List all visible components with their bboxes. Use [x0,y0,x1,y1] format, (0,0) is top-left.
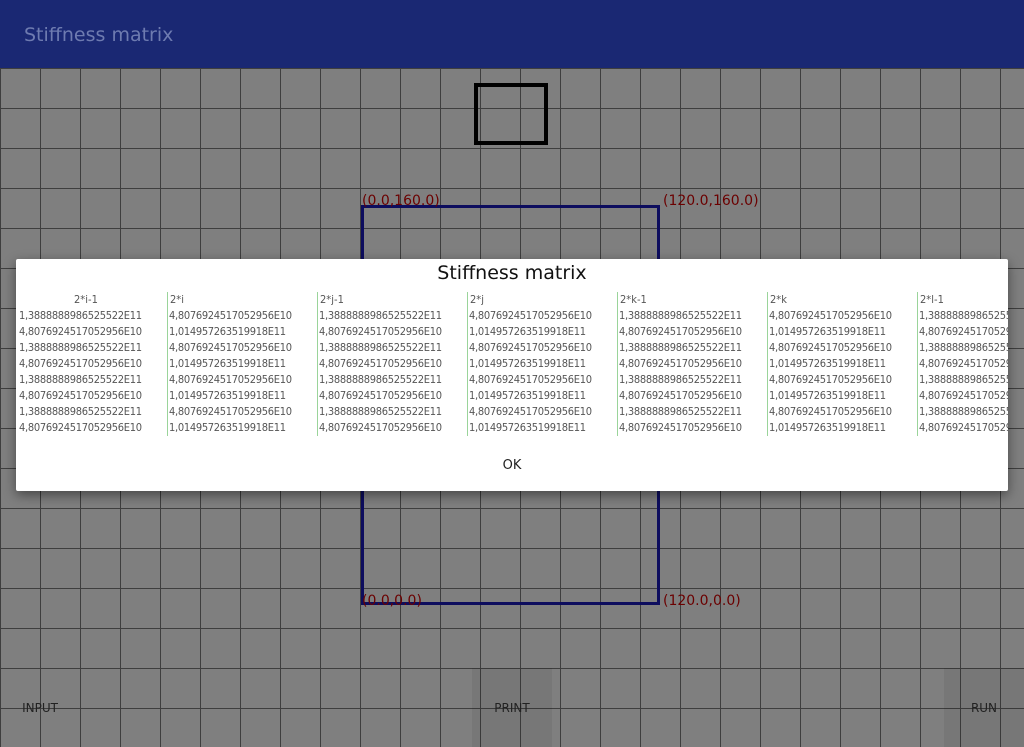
matrix-column: 2*i 4,8076924517052956E10 1,01495726351991… [168,292,318,436]
matrix-column-header: 2*k [770,293,787,306]
matrix-cell: 4,8076924517052956E10 [769,309,892,322]
matrix-cell: 1,3888888986525522E11 [19,341,142,354]
matrix-cell: 4,8076924517052956E10 [919,389,1008,402]
matrix-cell: 1,3888888986525522E11 [919,341,1008,354]
matrix-cell: 4,8076924517052956E10 [169,373,292,386]
coord-label-bottom-left: (0.0,0.0) [362,593,422,609]
matrix-cell: 1,014957263519918E11 [769,389,886,402]
matrix-cell: 4,8076924517052956E10 [619,357,742,370]
dialog-title: Stiffness matrix [437,262,587,284]
matrix-cell: 1,3888888986525522E11 [919,309,1008,322]
coord-label-bottom-right: (120.0,0.0) [663,593,741,609]
matrix-column-header: 2*k-1 [620,293,647,306]
matrix-cell: 4,8076924517052956E10 [19,421,142,434]
matrix-cell: 4,8076924517052956E10 [769,405,892,418]
matrix-cell: 1,3888888986525522E11 [319,309,442,322]
ok-button[interactable]: OK [496,456,528,476]
print-button[interactable]: PRINT [472,668,552,747]
stiffness-matrix-dialog: Stiffness matrix 2*i-1 1,3888888986525522… [16,259,1008,491]
input-button[interactable]: INPUT [0,668,80,747]
matrix-cell: 1,3888888986525522E11 [619,341,742,354]
matrix-column-header: 2*j-1 [320,293,344,306]
matrix-cell: 4,8076924517052956E10 [319,357,442,370]
matrix-cell: 4,8076924517052956E10 [319,421,442,434]
coord-label-top-left: (0.0,160.0) [362,193,440,209]
small-rectangle-shape [474,83,548,145]
matrix-cell: 4,8076924517052956E10 [919,357,1008,370]
matrix-cell: 4,8076924517052956E10 [769,373,892,386]
run-button[interactable]: RUN [944,668,1024,747]
matrix-cell: 4,8076924517052956E10 [169,341,292,354]
matrix-column-header: 2*i [170,293,184,306]
matrix-column: 2*k-1 1,3888888986525522E11 4,807692451705… [618,292,768,436]
matrix-cell: 1,014957263519918E11 [169,325,286,338]
coord-label-top-right: (120.0,160.0) [663,193,759,209]
matrix-cell: 1,3888888986525522E11 [19,373,142,386]
matrix-cell: 1,014957263519918E11 [469,389,586,402]
matrix-cell: 4,8076924517052956E10 [619,325,742,338]
matrix-column-header: 2*l-1 [920,293,944,306]
app-title: Stiffness matrix [24,24,174,46]
matrix-table[interactable]: 2*i-1 1,3888888986525522E11 4,807692451705… [18,292,1008,436]
matrix-column: 2*j 4,8076924517052956E10 1,01495726351991… [468,292,618,436]
matrix-cell: 1,014957263519918E11 [769,325,886,338]
matrix-cell: 4,8076924517052956E10 [319,389,442,402]
matrix-cell: 1,3888888986525522E11 [919,405,1008,418]
matrix-cell: 4,8076924517052956E10 [469,373,592,386]
matrix-column: 2*i-1 1,3888888986525522E11 4,807692451705… [18,292,168,436]
matrix-cell: 4,8076924517052956E10 [19,325,142,338]
matrix-cell: 4,8076924517052956E10 [769,341,892,354]
matrix-cell: 1,014957263519918E11 [769,357,886,370]
matrix-cell: 1,3888888986525522E11 [19,309,142,322]
matrix-cell: 4,8076924517052956E10 [169,405,292,418]
app-bar: Stiffness matrix [0,0,1024,68]
matrix-column: 2*k 4,8076924517052956E10 1,01495726351991… [768,292,918,436]
matrix-cell: 4,8076924517052956E10 [469,405,592,418]
matrix-cell: 1,014957263519918E11 [469,421,586,434]
matrix-cell: 4,8076924517052956E10 [169,309,292,322]
matrix-cell: 4,8076924517052956E10 [919,325,1008,338]
matrix-cell: 1,3888888986525522E11 [619,373,742,386]
matrix-cell: 1,3888888986525522E11 [919,373,1008,386]
matrix-cell: 1,014957263519918E11 [169,389,286,402]
matrix-cell: 4,8076924517052956E10 [19,389,142,402]
matrix-cell: 1,3888888986525522E11 [319,373,442,386]
matrix-cell: 4,8076924517052956E10 [469,309,592,322]
matrix-cell: 1,3888888986525522E11 [19,405,142,418]
matrix-cell: 1,014957263519918E11 [169,357,286,370]
matrix-cell: 4,8076924517052956E10 [619,389,742,402]
matrix-cell: 4,8076924517052956E10 [469,341,592,354]
matrix-column-header: 2*i-1 [74,293,98,306]
matrix-cell: 1,014957263519918E11 [769,421,886,434]
matrix-cell: 1,3888888986525522E11 [319,405,442,418]
matrix-cell: 4,8076924517052956E10 [319,325,442,338]
matrix-column: 2*j-1 1,3888888986525522E11 4,807692451705… [318,292,468,436]
matrix-column: 2*l-1 1,3888888986525522E11 4,807692451705… [918,292,1008,436]
matrix-cell: 4,8076924517052956E10 [619,421,742,434]
matrix-cell: 1,3888888986525522E11 [619,405,742,418]
matrix-cell: 1,014957263519918E11 [469,357,586,370]
matrix-cell: 1,3888888986525522E11 [319,341,442,354]
matrix-cell: 4,8076924517052956E10 [19,357,142,370]
matrix-column-header: 2*j [470,293,484,306]
matrix-cell: 1,014957263519918E11 [169,421,286,434]
matrix-cell: 1,014957263519918E11 [469,325,586,338]
matrix-cell: 1,3888888986525522E11 [619,309,742,322]
matrix-cell: 4,8076924517052956E10 [919,421,1008,434]
